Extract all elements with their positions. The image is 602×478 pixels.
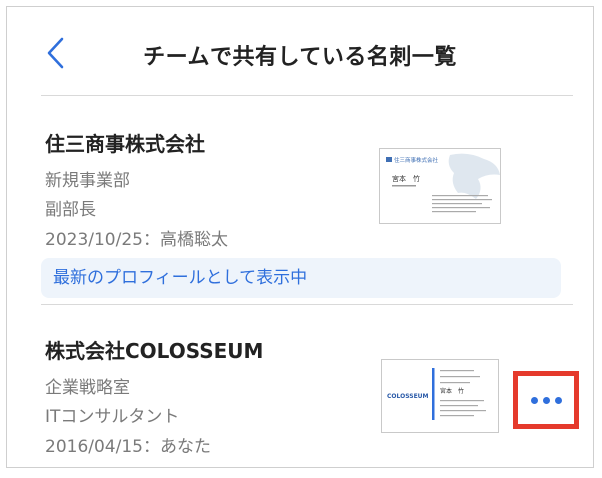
position: ITコンサルタント [45,407,180,427]
header: チームで共有している名刺一覧 [7,7,593,95]
company-name: 住三商事株式会社 [45,132,205,156]
business-card-thumbnail[interactable]: COLOSSEUM 宮本 竹 [381,359,499,433]
business-card-thumbnail[interactable]: 住三商事株式会社 宮本 竹 [379,148,501,224]
exchange-info: 2016/04/15：あなた [45,437,211,457]
position: 副部長 [45,200,96,220]
thumb-company: 住三商事株式会社 [394,156,439,164]
card-thumbnail-image: 住三商事株式会社 宮本 竹 [380,149,500,223]
card-list-item[interactable]: 株式会社COLOSSEUM 企業戦略室 ITコンサルタント 2016/04/15… [41,305,579,467]
more-dots-icon [542,396,550,404]
more-options-button[interactable] [513,371,579,429]
department: 企業戦略室 [45,378,130,398]
latest-profile-badge: 最新のプロフィールとして表示中 [41,258,561,298]
card-thumbnail-image: COLOSSEUM 宮本 竹 [382,360,498,432]
thumb-name: 宮本 竹 [440,387,464,395]
shared-cards-screen: チームで共有している名刺一覧 住三商事株式会社 新規事業部 副部長 2023/1… [6,6,594,468]
company-name: 株式会社COLOSSEUM [45,339,264,363]
page-title: チームで共有している名刺一覧 [143,45,457,70]
department: 新規事業部 [45,171,130,191]
thumb-name: 宮本 竹 [392,174,420,183]
card-list-item[interactable]: 住三商事株式会社 新規事業部 副部長 2023/10/25：高橋聡太 住三商事株… [41,96,573,304]
more-dots-icon [554,396,562,404]
more-dots-icon [530,396,538,404]
thumb-logo: COLOSSEUM [387,393,429,400]
exchange-info: 2023/10/25：高橋聡太 [45,230,228,250]
